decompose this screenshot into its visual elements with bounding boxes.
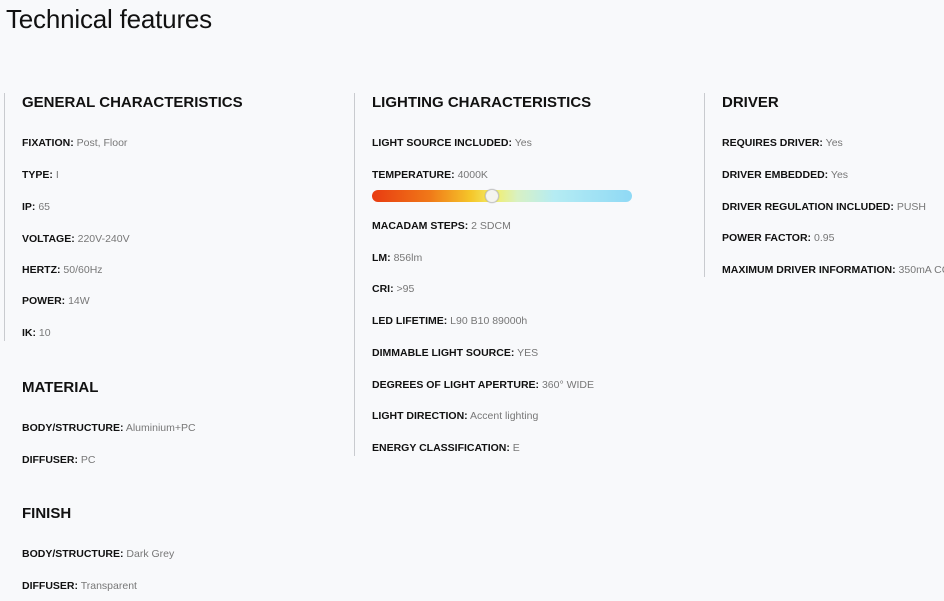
spec-label: LIGHT SOURCE INCLUDED: <box>372 137 512 149</box>
spec-row-driver-regulation: DRIVER REGULATION INCLUDED: PUSH <box>722 201 926 213</box>
spec-row-temperature: TEMPERATURE: 4000K <box>372 169 488 181</box>
spec-value: Yes <box>514 137 532 149</box>
spec-value: L90 B10 89000h <box>450 315 528 327</box>
color-temperature-knob <box>484 189 499 203</box>
spec-label: IP: <box>22 201 36 213</box>
spec-label: REQUIRES DRIVER: <box>722 137 823 149</box>
spec-row-driver-embedded: DRIVER EMBEDDED: Yes <box>722 169 848 181</box>
color-temperature-bar <box>372 189 632 203</box>
spec-value: PUSH <box>896 201 926 213</box>
spec-row-ik: IK: 10 <box>22 327 51 339</box>
general-characteristics-column: GENERAL CHARACTERISTICS FIXATION: Post, … <box>4 93 342 341</box>
spec-value: >95 <box>396 283 415 295</box>
spec-row-energy-class: ENERGY CLASSIFICATION: E <box>372 442 520 454</box>
finish-title: FINISH <box>22 505 72 522</box>
spec-row-dimmable: DIMMABLE LIGHT SOURCE: YES <box>372 347 538 359</box>
spec-value: Post, Floor <box>76 137 128 149</box>
spec-row-fixation: FIXATION: Post, Floor <box>22 137 127 149</box>
driver-column: DRIVER REQUIRES DRIVER: Yes DRIVER EMBED… <box>704 93 944 277</box>
spec-value: 360° WIDE <box>541 379 595 391</box>
spec-label: DIMMABLE LIGHT SOURCE: <box>372 347 515 359</box>
spec-value: Transparent <box>80 580 137 592</box>
spec-label: LM: <box>372 252 391 264</box>
driver-title: DRIVER <box>722 94 779 111</box>
spec-row-aperture: DEGREES OF LIGHT APERTURE: 360° WIDE <box>372 379 594 391</box>
spec-label: DRIVER EMBEDDED: <box>722 169 829 181</box>
spec-row-type: TYPE: I <box>22 169 59 181</box>
spec-label: ENERGY CLASSIFICATION: <box>372 442 510 454</box>
spec-row-finish-body: BODY/STRUCTURE: Dark Grey <box>22 548 174 560</box>
spec-label: DRIVER REGULATION INCLUDED: <box>722 201 894 213</box>
spec-row-macadam: MACADAM STEPS: 2 SDCM <box>372 220 511 232</box>
spec-value: 4000K <box>457 169 488 181</box>
spec-row-lm: LM: 856lm <box>372 252 422 264</box>
spec-label: HERTZ: <box>22 264 61 276</box>
spec-row-cri: CRI: >95 <box>372 283 414 295</box>
general-characteristics-title: GENERAL CHARACTERISTICS <box>22 94 243 111</box>
spec-value: Yes <box>825 137 843 149</box>
spec-value: I <box>55 169 59 181</box>
spec-row-finish-diffuser: DIFFUSER: Transparent <box>22 580 137 592</box>
spec-row-ip: IP: 65 <box>22 201 50 213</box>
spec-label: LED LIFETIME: <box>372 315 448 327</box>
spec-row-power: POWER: 14W <box>22 295 90 307</box>
material-title: MATERIAL <box>22 379 99 396</box>
spec-label: POWER: <box>22 295 66 307</box>
spec-value: 856lm <box>393 252 423 264</box>
spec-value: 350mA CC <box>898 264 944 276</box>
spec-value: YES <box>517 347 539 359</box>
spec-value: 2 SDCM <box>471 220 511 232</box>
spec-row-hertz: HERTZ: 50/60Hz <box>22 264 103 276</box>
spec-label: VOLTAGE: <box>22 233 75 245</box>
spec-row-led-lifetime: LED LIFETIME: L90 B10 89000h <box>372 315 527 327</box>
spec-label: DEGREES OF LIGHT APERTURE: <box>372 379 540 391</box>
spec-value: Aluminium+PC <box>125 422 196 434</box>
spec-label: IK: <box>22 327 36 339</box>
spec-row-power-factor: POWER FACTOR: 0.95 <box>722 232 834 244</box>
spec-row-max-driver-info: MAXIMUM DRIVER INFORMATION: 350mA CC <box>722 264 944 276</box>
spec-label: TEMPERATURE: <box>372 169 455 181</box>
spec-label: DIFFUSER: <box>22 580 78 592</box>
spec-value: 65 <box>38 201 51 213</box>
spec-value: 0.95 <box>813 232 835 244</box>
lighting-characteristics-column: LIGHTING CHARACTERISTICS LIGHT SOURCE IN… <box>354 93 692 456</box>
spec-value: 220V-240V <box>77 233 130 245</box>
spec-label: TYPE: <box>22 169 53 181</box>
spec-label: DIFFUSER: <box>22 454 78 466</box>
spec-value: 50/60Hz <box>63 264 103 276</box>
spec-label: MACADAM STEPS: <box>372 220 469 232</box>
spec-value: Dark Grey <box>126 548 175 560</box>
spec-row-light-source: LIGHT SOURCE INCLUDED: Yes <box>372 137 532 149</box>
spec-value: 10 <box>38 327 51 339</box>
spec-row-voltage: VOLTAGE: 220V-240V <box>22 233 130 245</box>
spec-value: 14W <box>68 295 90 307</box>
spec-row-light-direction: LIGHT DIRECTION: Accent lighting <box>372 410 538 422</box>
lighting-characteristics-title: LIGHTING CHARACTERISTICS <box>372 94 592 111</box>
spec-value: Yes <box>830 169 849 181</box>
spec-label: POWER FACTOR: <box>722 232 812 244</box>
spec-label: BODY/STRUCTURE: <box>22 422 124 434</box>
spec-row-material-diffuser: DIFFUSER: PC <box>22 454 96 466</box>
spec-value: E <box>512 442 520 454</box>
spec-value: Accent lighting <box>470 410 539 422</box>
spec-value: PC <box>80 454 96 466</box>
spec-label: LIGHT DIRECTION: <box>372 410 468 422</box>
spec-label: CRI: <box>372 283 394 295</box>
page-title: Technical features <box>6 4 212 34</box>
spec-row-material-body: BODY/STRUCTURE: Aluminium+PC <box>22 422 196 434</box>
spec-label: MAXIMUM DRIVER INFORMATION: <box>722 264 896 276</box>
spec-label: BODY/STRUCTURE: <box>22 548 124 560</box>
spec-label: FIXATION: <box>22 137 74 149</box>
spec-row-requires-driver: REQUIRES DRIVER: Yes <box>722 137 843 149</box>
